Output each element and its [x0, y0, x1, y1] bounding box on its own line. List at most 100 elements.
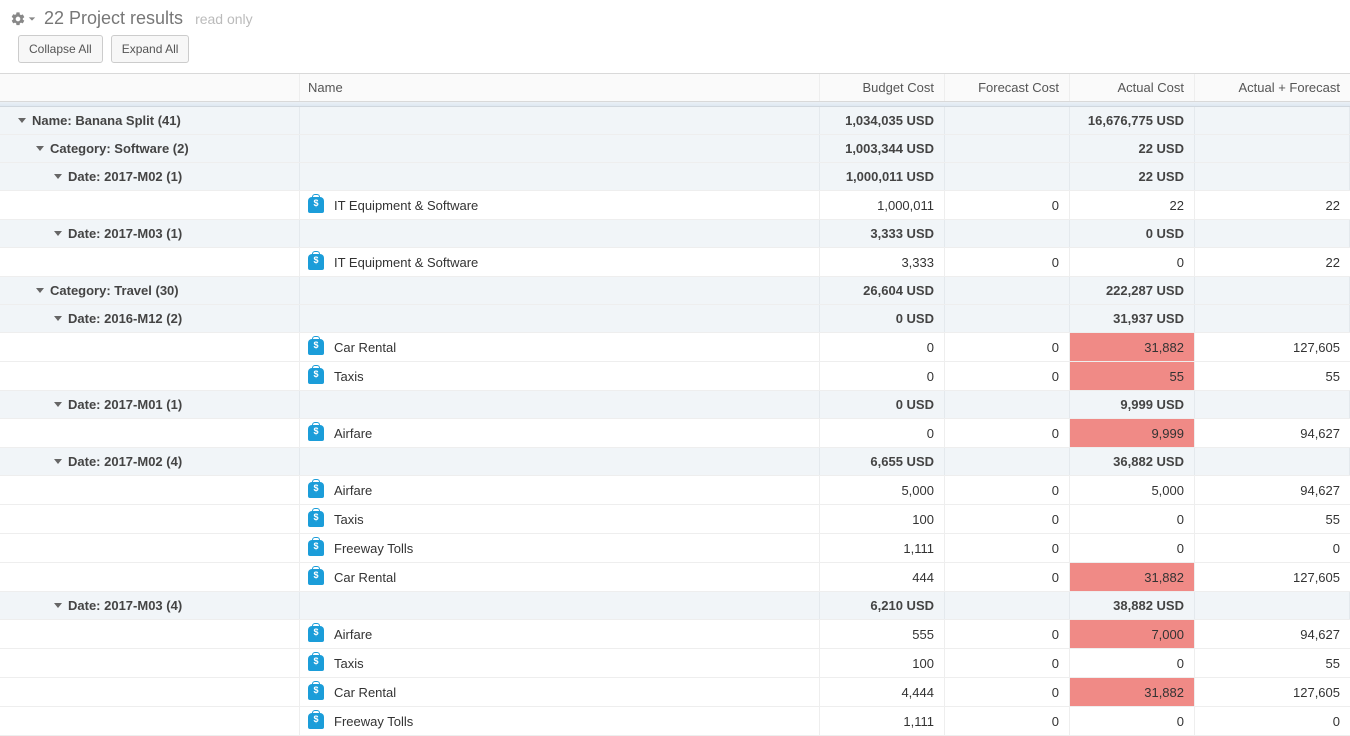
forecast-cell: 0	[945, 248, 1070, 276]
actual-cell: 0	[1070, 248, 1195, 276]
gear-icon[interactable]	[10, 11, 36, 27]
actfc-cell	[1195, 391, 1350, 418]
chevron-down-icon[interactable]	[54, 174, 62, 179]
group-label: Date: 2016-M12 (2)	[68, 311, 182, 326]
group-label: Category: Software (2)	[50, 141, 189, 156]
group-label: Date: 2017-M01 (1)	[68, 397, 182, 412]
table-row[interactable]: Freeway Tolls1,111000	[0, 534, 1350, 563]
item-name: Taxis	[334, 512, 364, 527]
table-row[interactable]: Airfare55507,00094,627	[0, 620, 1350, 649]
group-row[interactable]: Date: 2017-M02 (4)6,655 USD36,882 USD	[0, 448, 1350, 476]
item-name: Freeway Tolls	[334, 541, 413, 556]
chevron-down-icon[interactable]	[18, 118, 26, 123]
forecast-cell: 0	[945, 476, 1070, 504]
expand-all-button[interactable]: Expand All	[111, 35, 190, 63]
chevron-down-icon[interactable]	[54, 402, 62, 407]
budget-cell: 100	[820, 505, 945, 533]
forecast-cell: 0	[945, 333, 1070, 361]
expense-icon	[308, 339, 324, 355]
table-row[interactable]: Freeway Tolls1,111000	[0, 707, 1350, 736]
budget-cell: 100	[820, 649, 945, 677]
expense-icon	[308, 540, 324, 556]
actfc-cell	[1195, 448, 1350, 475]
group-row[interactable]: Date: 2017-M03 (4)6,210 USD38,882 USD	[0, 592, 1350, 620]
chevron-down-icon[interactable]	[54, 603, 62, 608]
actual-cell: 55	[1070, 362, 1195, 390]
expense-icon	[308, 684, 324, 700]
table-row[interactable]: Car Rental4,444031,882127,605	[0, 678, 1350, 707]
forecast-cell: 0	[945, 534, 1070, 562]
item-name: Airfare	[334, 426, 372, 441]
actual-cell: 222,287 USD	[1070, 277, 1195, 304]
budget-cell: 0	[820, 419, 945, 447]
budget-cell: 0	[820, 333, 945, 361]
actual-column[interactable]: Actual Cost	[1070, 74, 1195, 101]
budget-cell: 4,444	[820, 678, 945, 706]
group-row[interactable]: Date: 2016-M12 (2)0 USD31,937 USD	[0, 305, 1350, 333]
actual-cell: 38,882 USD	[1070, 592, 1195, 619]
table-row[interactable]: Car Rental444031,882127,605	[0, 563, 1350, 592]
item-name: Taxis	[334, 369, 364, 384]
budget-cell: 3,333 USD	[820, 220, 945, 247]
group-label: Date: 2017-M02 (4)	[68, 454, 182, 469]
group-row[interactable]: Category: Software (2)1,003,344 USD22 US…	[0, 135, 1350, 163]
budget-cell: 26,604 USD	[820, 277, 945, 304]
group-row[interactable]: Category: Travel (30)26,604 USD222,287 U…	[0, 277, 1350, 305]
expense-icon	[308, 655, 324, 671]
table-row[interactable]: IT Equipment & Software1,000,01102222	[0, 191, 1350, 220]
actfc-cell: 127,605	[1195, 333, 1350, 361]
group-label: Date: 2017-M02 (1)	[68, 169, 182, 184]
table-row[interactable]: Taxis1000055	[0, 649, 1350, 678]
collapse-all-button[interactable]: Collapse All	[18, 35, 103, 63]
forecast-cell: 0	[945, 649, 1070, 677]
budget-cell: 5,000	[820, 476, 945, 504]
group-row[interactable]: Date: 2017-M03 (1)3,333 USD0 USD	[0, 220, 1350, 248]
chevron-down-icon[interactable]	[36, 288, 44, 293]
budget-column[interactable]: Budget Cost	[820, 74, 945, 101]
forecast-column[interactable]: Forecast Cost	[945, 74, 1070, 101]
chevron-down-icon[interactable]	[54, 231, 62, 236]
item-name: IT Equipment & Software	[334, 198, 478, 213]
group-row[interactable]: Date: 2017-M02 (1)1,000,011 USD22 USD	[0, 163, 1350, 191]
expense-icon	[308, 482, 324, 498]
actfc-cell: 127,605	[1195, 678, 1350, 706]
item-name: IT Equipment & Software	[334, 255, 478, 270]
actfc-cell: 55	[1195, 649, 1350, 677]
actfc-cell: 94,627	[1195, 419, 1350, 447]
actfc-cell	[1195, 592, 1350, 619]
forecast-cell: 0	[945, 505, 1070, 533]
expense-icon	[308, 368, 324, 384]
actfc-column[interactable]: Actual + Forecast	[1195, 74, 1350, 101]
actual-cell: 22 USD	[1070, 163, 1195, 190]
budget-cell: 444	[820, 563, 945, 591]
table-row[interactable]: Airfare5,00005,00094,627	[0, 476, 1350, 505]
table-row[interactable]: Taxis005555	[0, 362, 1350, 391]
chevron-down-icon[interactable]	[54, 459, 62, 464]
forecast-cell: 0	[945, 707, 1070, 735]
expense-icon	[308, 713, 324, 729]
actual-cell: 31,882	[1070, 333, 1195, 361]
chevron-down-icon[interactable]	[54, 316, 62, 321]
actual-cell: 9,999 USD	[1070, 391, 1195, 418]
expense-icon	[308, 254, 324, 270]
item-name: Freeway Tolls	[334, 714, 413, 729]
chevron-down-icon[interactable]	[36, 146, 44, 151]
item-name: Car Rental	[334, 570, 396, 585]
forecast-cell	[945, 592, 1070, 619]
name-column[interactable]: Name	[300, 74, 820, 101]
group-label: Name: Banana Split (41)	[32, 113, 181, 128]
table-row[interactable]: Taxis1000055	[0, 505, 1350, 534]
budget-cell: 1,111	[820, 707, 945, 735]
table-row[interactable]: Airfare009,99994,627	[0, 419, 1350, 448]
table-row[interactable]: Car Rental0031,882127,605	[0, 333, 1350, 362]
grouping-column[interactable]	[0, 74, 300, 101]
table-row[interactable]: IT Equipment & Software3,3330022	[0, 248, 1350, 277]
group-row[interactable]: Name: Banana Split (41)1,034,035 USD16,6…	[0, 107, 1350, 135]
forecast-cell	[945, 163, 1070, 190]
forecast-cell: 0	[945, 362, 1070, 390]
actfc-cell: 94,627	[1195, 620, 1350, 648]
item-name: Airfare	[334, 483, 372, 498]
actual-cell: 22 USD	[1070, 135, 1195, 162]
actfc-cell: 22	[1195, 191, 1350, 219]
group-row[interactable]: Date: 2017-M01 (1)0 USD9,999 USD	[0, 391, 1350, 419]
